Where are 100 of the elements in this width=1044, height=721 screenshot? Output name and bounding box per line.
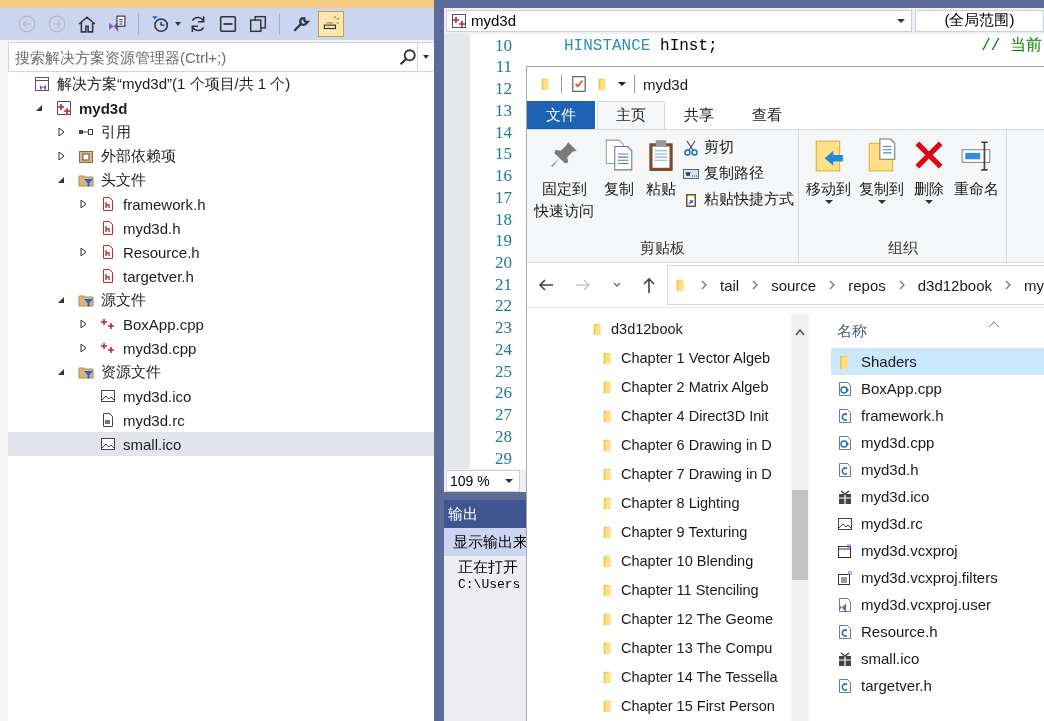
path-segment[interactable]: d3d12book	[917, 276, 992, 294]
ribbon-button[interactable]: 粘贴快捷方式	[683, 188, 794, 211]
tree-item-label[interactable]: BoxApp.cpp	[123, 315, 204, 333]
scope-dropdown[interactable]: (全局范围)	[915, 9, 1044, 32]
header-file-icon	[100, 268, 116, 284]
solution-icon	[34, 76, 50, 92]
nav-folder[interactable]: Chapter 11 Stenciling	[621, 581, 759, 598]
address-bar[interactable]: tail source repos d3d12book my	[667, 265, 1044, 305]
group-label: 剪贴板	[639, 237, 686, 258]
project-dropdown[interactable]: myd3d	[446, 9, 912, 32]
dropdown-icon[interactable]	[175, 22, 181, 26]
file-name[interactable]: Resource.h	[861, 623, 938, 640]
tree-item-label[interactable]: small.ico	[123, 435, 182, 453]
scroll-up-icon	[795, 328, 805, 336]
selected-row[interactable]: Shaders	[831, 348, 1044, 375]
file-name[interactable]: myd3d.vcxproj.filters	[861, 569, 998, 586]
ribbon-button[interactable]: 移动到	[803, 136, 854, 206]
nav-folder[interactable]: Chapter 4 Direct3D Init	[621, 407, 769, 424]
tree-item-label[interactable]: Resource.h	[123, 243, 200, 261]
nav-folder[interactable]: Chapter 2 Matrix Algeb	[621, 378, 769, 395]
tree-item-label[interactable]: myd3d.cpp	[123, 339, 197, 357]
file-name[interactable]: Shaders	[861, 353, 917, 370]
nav-folder[interactable]: Chapter 13 The Compu	[621, 639, 773, 656]
nav-folder[interactable]: Chapter 6 Drawing in D	[621, 436, 772, 453]
line-number: 11	[494, 57, 512, 78]
line-number: 12	[494, 79, 512, 100]
gift-icon	[837, 649, 853, 668]
tree-item-label[interactable]: myd3d.ico	[123, 387, 192, 405]
refresh-icon	[189, 15, 207, 33]
selected-row[interactable]: small.ico	[8, 432, 434, 456]
line-number: 15	[494, 144, 512, 165]
tree-item-label[interactable]: 外部依赖项	[101, 146, 176, 166]
ribbon-button[interactable]: 重命名	[951, 136, 1002, 202]
ribbon-button[interactable]: 复制到	[856, 136, 907, 206]
file-name[interactable]: myd3d.h	[861, 461, 919, 478]
nav-folder[interactable]: Chapter 7 Drawing in D	[621, 465, 772, 482]
line-number: 24	[494, 339, 512, 360]
file-name[interactable]: myd3d.vcxproj.user	[861, 596, 992, 613]
header-file-icon	[100, 196, 116, 212]
path-segment[interactable]: repos	[848, 276, 886, 294]
sort-icon	[988, 320, 1000, 328]
vs-user-file-icon	[837, 595, 853, 614]
group-label: 组织	[886, 237, 919, 258]
search-box[interactable]: 搜索解决方案资源管理器(Ctrl+;)	[8, 42, 434, 72]
ribbon-tab[interactable]: 共享	[665, 101, 733, 129]
tree-item-label[interactable]: myd3d.rc	[123, 411, 185, 429]
ribbon-button[interactable]: 删除	[909, 136, 949, 206]
customize-dropdown-icon[interactable]	[618, 82, 626, 86]
file-name[interactable]: framework.h	[861, 407, 944, 424]
nav-folder[interactable]: Chapter 12 The Geome	[621, 610, 774, 627]
path-segment[interactable]: source	[771, 276, 817, 294]
path-segment[interactable]: my	[1024, 276, 1044, 294]
ribbon-tab[interactable]: 文件	[527, 101, 595, 129]
scrollbar[interactable]	[791, 314, 809, 721]
nav-folder[interactable]: Chapter 15 First Person	[621, 697, 775, 714]
tree-item-label[interactable]: framework.h	[123, 195, 206, 213]
cpp-file-icon	[100, 340, 116, 356]
ribbon-button[interactable]: 粘贴	[641, 136, 681, 202]
ribbon-tab[interactable]: 主页	[597, 101, 665, 129]
c-file-icon	[837, 676, 853, 695]
ribbon-tab[interactable]: 查看	[733, 101, 801, 129]
search-field[interactable]: 搜索解决方案资源管理器(Ctrl+;)	[9, 47, 399, 67]
chevron-icon	[1004, 280, 1012, 290]
scroll-thumb[interactable]	[792, 490, 808, 580]
cpp-file-icon	[837, 433, 853, 452]
image-file-icon	[100, 436, 116, 452]
nav-folder[interactable]: Chapter 1 Vector Algeb	[621, 349, 771, 366]
line-number: 28	[494, 426, 512, 447]
tree-item-label[interactable]: 源文件	[101, 290, 146, 310]
tree-item-label[interactable]: targetver.h	[123, 267, 194, 285]
window-title: myd3d	[643, 75, 689, 93]
tree-item-label[interactable]: 解决方案“myd3d”(1 个项目/共 1 个)	[57, 74, 291, 94]
tree-item-label[interactable]: myd3d	[79, 99, 128, 117]
line-number: 25	[494, 361, 512, 382]
path-segment[interactable]: tail	[720, 276, 740, 294]
tree-item-label[interactable]: myd3d.h	[123, 219, 181, 237]
ribbon-button[interactable]: 剪切	[683, 136, 794, 159]
file-name[interactable]: BoxApp.cpp	[861, 380, 942, 397]
ribbon-button[interactable]: 复制路径	[683, 162, 794, 185]
ribbon-button[interactable]: 复制	[599, 136, 639, 202]
nav-folder[interactable]: Chapter 14 The Tessella	[621, 668, 778, 685]
paste-shortcut-icon	[683, 191, 699, 208]
image-file-icon	[100, 388, 116, 404]
tree-item-label[interactable]: 头文件	[101, 170, 146, 190]
zoom-dropdown[interactable]: 109 %	[446, 469, 520, 492]
file-name[interactable]: targetver.h	[861, 677, 932, 694]
header-file-icon	[100, 244, 116, 260]
chevron-icon	[751, 280, 760, 290]
tree-item-label[interactable]: 引用	[101, 122, 131, 142]
tree-item-label[interactable]: 资源文件	[101, 362, 161, 382]
ribbon-button[interactable]: 固定到 快速访问	[531, 136, 597, 224]
line-number: 20	[494, 253, 512, 273]
file-name[interactable]: myd3d.vcxproj	[861, 542, 958, 559]
column-header[interactable]: 名称	[837, 321, 867, 341]
nav-folder[interactable]: d3d12book	[611, 320, 683, 337]
file-name[interactable]: small.ico	[861, 650, 920, 667]
file-name[interactable]: myd3d.cpp	[861, 434, 935, 451]
cpp-file-icon	[100, 316, 116, 332]
preview-button[interactable]	[318, 11, 344, 37]
line-number: 17	[494, 187, 512, 208]
